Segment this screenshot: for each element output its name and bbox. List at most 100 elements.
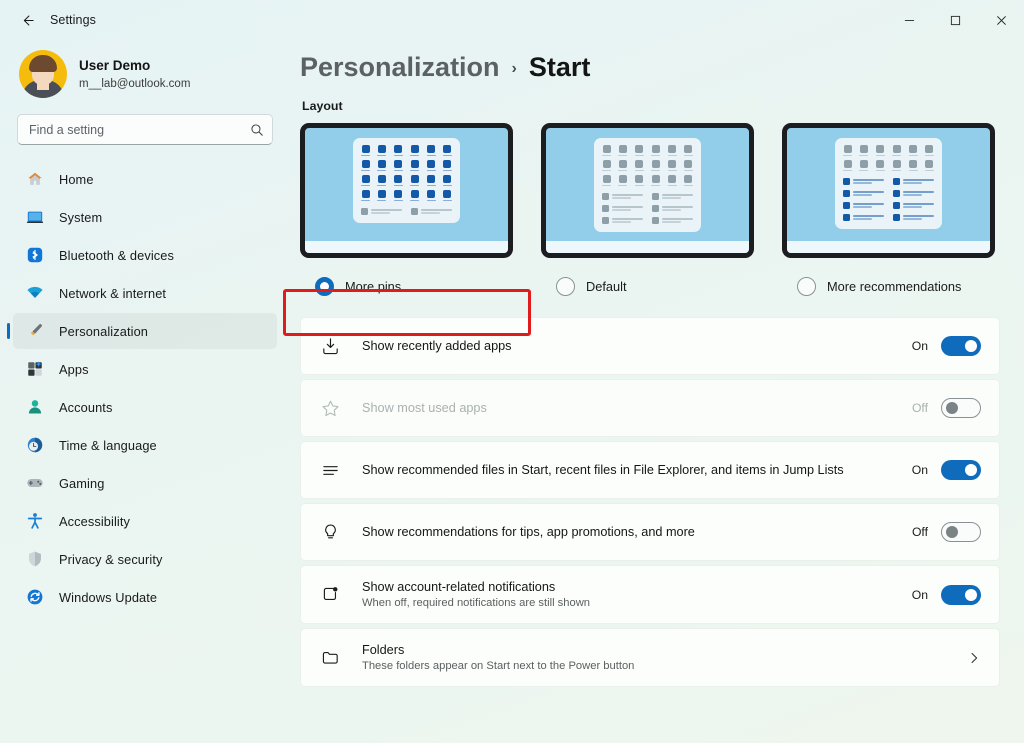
sidebar-item-bluetooth-devices[interactable]: Bluetooth & devices [13, 237, 277, 273]
layout-option-more-recommendations: More recommendations [782, 123, 995, 303]
radio-button[interactable] [556, 277, 575, 296]
sidebar-item-label: Gaming [59, 476, 104, 491]
folder-icon [318, 647, 342, 668]
toggle-state-label: On [908, 339, 928, 353]
layout-preview-more-recommendations[interactable] [782, 123, 995, 258]
notification-badge-icon [318, 584, 342, 605]
account-name: User Demo [79, 57, 190, 75]
settings-list: Show recently added apps On Show most us… [300, 317, 1000, 687]
radio-label: More pins [345, 279, 401, 294]
setting-title: Show account-related notifications [362, 579, 908, 595]
paintbrush-icon [25, 321, 45, 341]
radio-button[interactable] [797, 277, 816, 296]
toggle-switch[interactable] [941, 460, 981, 480]
sidebar-item-label: Personalization [59, 324, 148, 339]
setting-subtitle: These folders appear on Start next to th… [362, 659, 967, 674]
account-email: m__lab@outlook.com [79, 76, 190, 92]
setting-row-show-most-used-apps: Show most used apps Off [300, 379, 1000, 437]
layout-options: More pins [300, 123, 1000, 303]
toggle-state-label: On [908, 588, 928, 602]
chevron-right-icon[interactable] [967, 651, 981, 665]
setting-title: Folders [362, 642, 967, 658]
account-card[interactable]: User Demo m__lab@outlook.com [13, 40, 277, 110]
sidebar-item-accessibility[interactable]: Accessibility [13, 503, 277, 539]
toggle-state-label: Off [908, 525, 928, 539]
search-box [17, 114, 273, 145]
bluetooth-icon [25, 245, 45, 265]
sidebar-item-personalization[interactable]: Personalization [13, 313, 277, 349]
title-bar: Settings [0, 0, 1024, 40]
system-icon [25, 207, 45, 227]
breadcrumb-parent[interactable]: Personalization [300, 52, 500, 83]
toggle-switch[interactable] [941, 585, 981, 605]
minimize-button[interactable] [886, 0, 932, 40]
sidebar-item-privacy-security[interactable]: Privacy & security [13, 541, 277, 577]
home-icon [25, 169, 45, 189]
minimize-icon [904, 15, 915, 26]
sidebar-item-label: Network & internet [59, 286, 166, 301]
content-area: Personalization › Start Layout [290, 40, 1024, 743]
sidebar-item-label: Home [59, 172, 94, 187]
sidebar-item-label: Windows Update [59, 590, 157, 605]
sidebar-item-windows-update[interactable]: Windows Update [13, 579, 277, 615]
settings-window: Settings [0, 0, 1024, 743]
setting-row-show-account-related-notifications[interactable]: Show account-related notifications When … [300, 565, 1000, 624]
back-button[interactable] [10, 5, 44, 35]
search-input[interactable] [17, 114, 273, 145]
toggle-state-label: On [908, 463, 928, 477]
breadcrumb: Personalization › Start [300, 52, 1000, 83]
list-lines-icon [318, 460, 342, 481]
radio-option-more-recommendations[interactable]: More recommendations [782, 269, 995, 303]
sidebar-item-network-internet[interactable]: Network & internet [13, 275, 277, 311]
sidebar-item-label: Bluetooth & devices [59, 248, 174, 263]
layout-preview-more-pins[interactable] [300, 123, 513, 258]
breadcrumb-separator-icon: › [512, 60, 517, 78]
setting-row-show-recommendations-tips[interactable]: Show recommendations for tips, app promo… [300, 503, 1000, 561]
setting-control: On [908, 460, 981, 480]
maximize-icon [950, 15, 961, 26]
sidebar-item-label: Time & language [59, 438, 157, 453]
window-controls [886, 0, 1024, 40]
setting-control: Off [908, 398, 981, 418]
setting-control: On [908, 585, 981, 605]
toggle-switch[interactable] [941, 336, 981, 356]
setting-title: Show most used apps [362, 400, 908, 416]
star-icon [318, 398, 342, 419]
sidebar-item-time-language[interactable]: Time & language [13, 427, 277, 463]
sidebar-item-system[interactable]: System [13, 199, 277, 235]
layout-section-label: Layout [302, 99, 1000, 113]
maximize-button[interactable] [932, 0, 978, 40]
accessibility-icon [25, 511, 45, 531]
setting-title: Show recommendations for tips, app promo… [362, 524, 908, 540]
radio-option-default[interactable]: Default [541, 269, 754, 303]
search-icon[interactable] [248, 121, 266, 139]
setting-row-folders[interactable]: Folders These folders appear on Start ne… [300, 628, 1000, 687]
sidebar-item-label: Accounts [59, 400, 112, 415]
layout-preview-default[interactable] [541, 123, 754, 258]
layout-option-default: Default [541, 123, 754, 303]
sidebar-nav: Home System Bluetooth & devices [13, 161, 277, 615]
radio-option-more-pins[interactable]: More pins [300, 269, 513, 303]
wifi-icon [25, 283, 45, 303]
sidebar: User Demo m__lab@outlook.com [0, 40, 290, 743]
toggle-switch[interactable] [941, 522, 981, 542]
sidebar-item-label: Accessibility [59, 514, 130, 529]
sidebar-item-accounts[interactable]: Accounts [13, 389, 277, 425]
setting-title: Show recommended files in Start, recent … [362, 462, 908, 478]
sidebar-item-gaming[interactable]: Gaming [13, 465, 277, 501]
setting-title: Show recently added apps [362, 338, 908, 354]
accounts-icon [25, 397, 45, 417]
sidebar-item-home[interactable]: Home [13, 161, 277, 197]
setting-row-show-recommended-files[interactable]: Show recommended files in Start, recent … [300, 441, 1000, 499]
toggle-state-label: Off [908, 401, 928, 415]
clock-icon [25, 435, 45, 455]
toggle-switch [941, 398, 981, 418]
radio-button[interactable] [315, 277, 334, 296]
layout-option-more-pins: More pins [300, 123, 513, 303]
arrow-left-icon [20, 13, 35, 28]
close-button[interactable] [978, 0, 1024, 40]
lightbulb-icon [318, 522, 342, 543]
update-icon [25, 587, 45, 607]
setting-row-show-recently-added-apps[interactable]: Show recently added apps On [300, 317, 1000, 375]
sidebar-item-apps[interactable]: Apps [13, 351, 277, 387]
